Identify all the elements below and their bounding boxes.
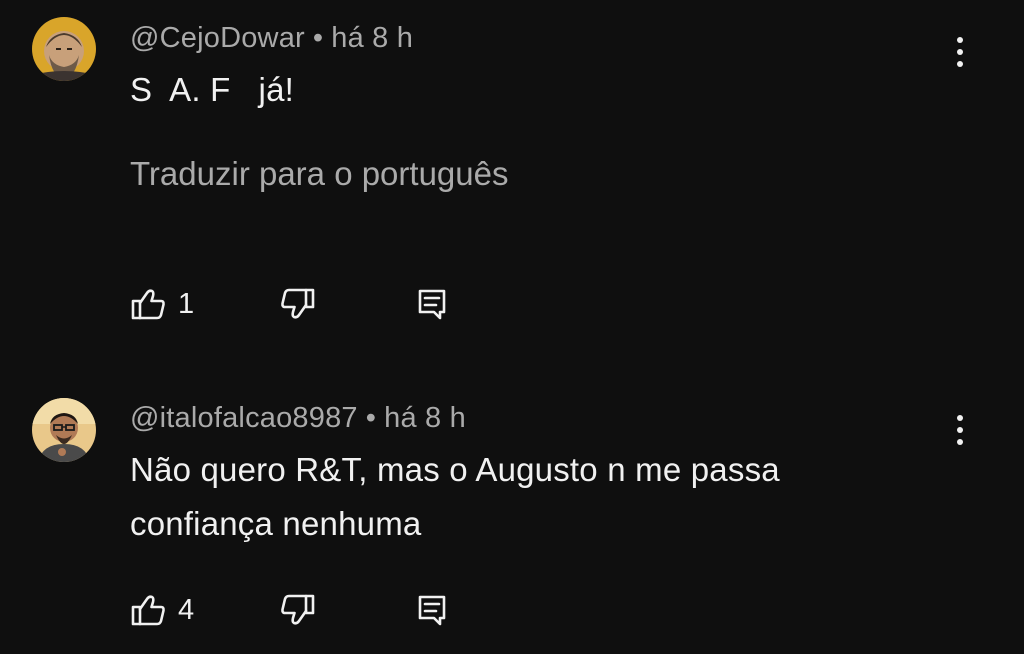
comment-header: @italofalcao8987 • há 8 h — [130, 402, 466, 435]
thumbs-up-icon — [128, 284, 168, 324]
comment-thread-item: @italofalcao8987 • há 8 h Não quero R&T, m… — [0, 380, 1024, 654]
more-vertical-icon — [957, 415, 963, 445]
author-name[interactable]: @CejoDowar — [130, 22, 305, 54]
like-count: 1 — [178, 287, 195, 320]
translate-link[interactable]: Traduzir para o português — [130, 155, 509, 193]
comment-text: Não quero R&T, mas o Augusto n me passa … — [130, 451, 780, 542]
more-actions-button[interactable] — [944, 410, 976, 450]
comment-text: S A. F já! — [130, 71, 294, 108]
meta-separator: • — [365, 402, 377, 434]
comment-thread-item: @CejoDowar • há 8 h S A. F já! Traduzir pa… — [0, 0, 1024, 340]
like-count: 4 — [178, 593, 195, 626]
author-avatar[interactable] — [32, 17, 96, 81]
dislike-button[interactable] — [278, 590, 318, 630]
comment-actions: 1 — [128, 284, 488, 324]
meta-separator: • — [312, 22, 324, 54]
more-vertical-icon — [957, 37, 963, 67]
published-time[interactable]: há 8 h — [331, 22, 413, 54]
comment-header: @CejoDowar • há 8 h — [130, 22, 413, 55]
dislike-button[interactable] — [278, 284, 318, 324]
thumbs-up-icon — [128, 590, 168, 630]
thumbs-down-icon — [278, 284, 318, 324]
comment-actions: 4 — [128, 590, 488, 630]
published-time[interactable]: há 8 h — [384, 402, 466, 434]
author-name[interactable]: @italofalcao8987 — [130, 402, 358, 434]
like-button[interactable]: 4 — [128, 590, 194, 630]
reply-comment-icon — [412, 284, 452, 324]
like-button[interactable]: 1 — [128, 284, 194, 324]
thumbs-down-icon — [278, 590, 318, 630]
author-avatar[interactable] — [32, 398, 96, 462]
reply-button[interactable] — [412, 590, 452, 630]
reply-comment-icon — [412, 590, 452, 630]
reply-button[interactable] — [412, 284, 452, 324]
